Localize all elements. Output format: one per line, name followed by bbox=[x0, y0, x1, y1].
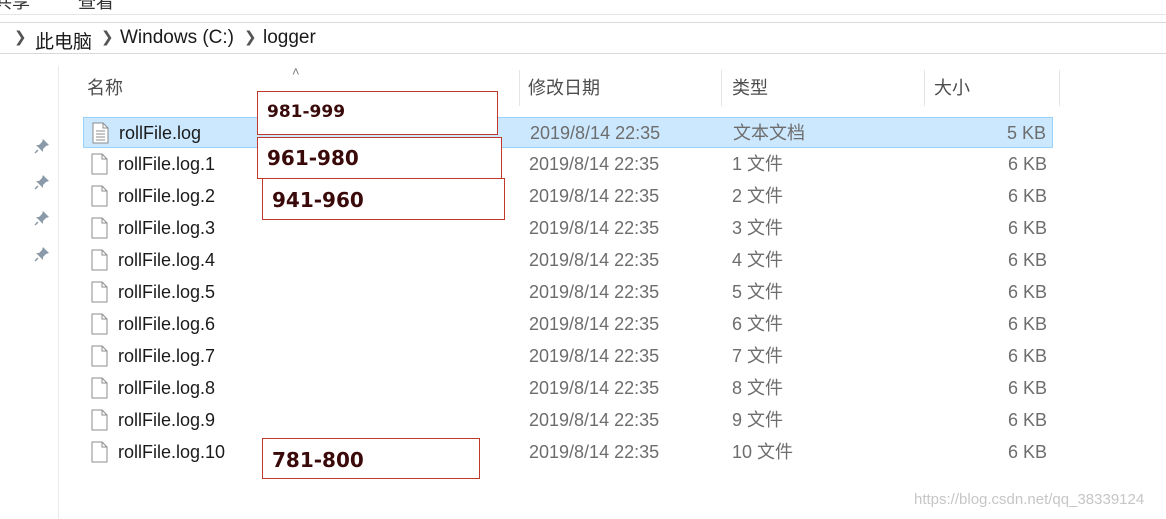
file-row[interactable]: rollFile.log 2019/8/14 22:35 文本文档 5 KB bbox=[83, 117, 1053, 148]
column-header-type[interactable]: 类型 bbox=[726, 70, 925, 106]
file-date: 2019/8/14 22:35 bbox=[529, 154, 660, 174]
file-row[interactable]: rollFile.log.4 2019/8/14 22:35 4 文件 6 KB bbox=[83, 245, 1053, 276]
file-row[interactable]: rollFile.log.6 2019/8/14 22:35 6 文件 6 KB bbox=[83, 309, 1053, 340]
file-icon bbox=[91, 377, 108, 399]
file-size: 6 KB bbox=[1007, 250, 1047, 270]
file-type: 10 文件 bbox=[732, 442, 794, 462]
chevron-right-icon[interactable]: ❯ bbox=[244, 28, 257, 46]
file-date: 2019/8/14 22:35 bbox=[529, 250, 660, 270]
file-size: 6 KB bbox=[1007, 314, 1047, 334]
chevron-right-icon[interactable]: ❯ bbox=[14, 28, 27, 46]
file-row[interactable]: rollFile.log.8 2019/8/14 22:35 8 文件 6 KB bbox=[83, 373, 1053, 404]
ribbon-strip: 共享 查看 bbox=[0, 0, 1166, 15]
file-size: 6 KB bbox=[1007, 346, 1047, 366]
file-type: 1 文件 bbox=[732, 154, 784, 174]
file-name: rollFile.log bbox=[119, 123, 202, 143]
breadcrumb-windows-c[interactable]: Windows (C:) bbox=[120, 27, 234, 49]
file-name: rollFile.log.2 bbox=[118, 186, 216, 206]
file-size: 6 KB bbox=[1007, 186, 1047, 206]
file-date: 2019/8/14 22:35 bbox=[529, 186, 660, 206]
file-row[interactable]: rollFile.log.7 2019/8/14 22:35 7 文件 6 KB bbox=[83, 341, 1053, 372]
file-icon bbox=[91, 345, 108, 367]
file-icon bbox=[91, 249, 108, 271]
pin-icon[interactable] bbox=[34, 210, 50, 226]
file-date: 2019/8/14 22:35 bbox=[530, 123, 661, 143]
breadcrumb-this-pc[interactable]: 此电脑 bbox=[35, 27, 92, 54]
file-name: rollFile.log.9 bbox=[118, 410, 216, 430]
watermark-text: https://blog.csdn.net/qq_38339124 bbox=[914, 491, 1145, 508]
column-header-date[interactable]: 修改日期 bbox=[522, 70, 722, 106]
file-name: rollFile.log.10 bbox=[118, 442, 226, 462]
file-date: 2019/8/14 22:35 bbox=[529, 410, 660, 430]
file-name: rollFile.log.1 bbox=[118, 154, 216, 174]
file-icon bbox=[91, 441, 108, 463]
ribbon-tab-view[interactable]: 查看 bbox=[78, 0, 114, 14]
file-type: 2 文件 bbox=[732, 186, 784, 206]
annotation-box: 981-999 bbox=[257, 91, 498, 135]
file-size: 6 KB bbox=[1007, 378, 1047, 398]
file-date: 2019/8/14 22:35 bbox=[529, 314, 660, 334]
file-icon bbox=[91, 313, 108, 335]
file-name: rollFile.log.6 bbox=[118, 314, 216, 334]
file-icon bbox=[91, 153, 108, 175]
file-icon bbox=[91, 409, 108, 431]
file-row[interactable]: rollFile.log.2 2019/8/14 22:35 2 文件 6 KB bbox=[83, 181, 1053, 212]
file-icon bbox=[91, 281, 108, 303]
file-size: 6 KB bbox=[1007, 410, 1047, 430]
file-date: 2019/8/14 22:35 bbox=[529, 442, 660, 462]
file-size: 5 KB bbox=[1006, 123, 1046, 143]
pin-icon[interactable] bbox=[34, 138, 50, 154]
file-row[interactable]: rollFile.log.3 2019/8/14 22:35 3 文件 6 KB bbox=[83, 213, 1053, 244]
file-type: 9 文件 bbox=[732, 410, 784, 430]
file-type: 文本文档 bbox=[733, 123, 805, 143]
chevron-right-icon[interactable]: ❯ bbox=[101, 28, 114, 46]
file-type: 6 文件 bbox=[732, 314, 784, 334]
pin-icon[interactable] bbox=[34, 246, 50, 262]
breadcrumb-logger[interactable]: logger bbox=[263, 27, 316, 49]
file-date: 2019/8/14 22:35 bbox=[529, 282, 660, 302]
address-bar[interactable]: ❯ 此电脑 ❯ Windows (C:) ❯ logger bbox=[0, 22, 1166, 54]
file-icon bbox=[91, 217, 108, 239]
file-type: 7 文件 bbox=[732, 346, 784, 366]
file-row[interactable]: rollFile.log.9 2019/8/14 22:35 9 文件 6 KB bbox=[83, 405, 1053, 436]
file-size: 6 KB bbox=[1007, 282, 1047, 302]
file-type: 5 文件 bbox=[732, 282, 784, 302]
file-date: 2019/8/14 22:35 bbox=[529, 218, 660, 238]
ribbon-tab-share[interactable]: 共享 bbox=[0, 0, 30, 14]
file-row[interactable]: rollFile.log.1 2019/8/14 22:35 1 文件 6 KB bbox=[83, 149, 1053, 180]
file-name: rollFile.log.3 bbox=[118, 218, 216, 238]
file-name: rollFile.log.7 bbox=[118, 346, 216, 366]
file-type: 3 文件 bbox=[732, 218, 784, 238]
file-size: 6 KB bbox=[1007, 218, 1047, 238]
file-type: 4 文件 bbox=[732, 250, 784, 270]
file-size: 6 KB bbox=[1007, 154, 1047, 174]
file-row[interactable]: rollFile.log.5 2019/8/14 22:35 5 文件 6 KB bbox=[83, 277, 1053, 308]
file-name: rollFile.log.4 bbox=[118, 250, 216, 270]
file-date: 2019/8/14 22:35 bbox=[529, 346, 660, 366]
file-icon bbox=[91, 185, 108, 207]
file-date: 2019/8/14 22:35 bbox=[529, 378, 660, 398]
file-row[interactable]: rollFile.log.10 2019/8/14 22:35 10 文件 6 KB bbox=[83, 437, 1053, 468]
pin-icon[interactable] bbox=[34, 174, 50, 190]
file-size: 6 KB bbox=[1007, 442, 1047, 462]
text-file-icon bbox=[92, 122, 109, 144]
column-header-size[interactable]: 大小 bbox=[928, 70, 1060, 106]
file-name: rollFile.log.5 bbox=[118, 282, 216, 302]
file-type: 8 文件 bbox=[732, 378, 784, 398]
annotation-box: 941-960 bbox=[262, 178, 505, 220]
file-name: rollFile.log.8 bbox=[118, 378, 216, 398]
annotation-box: 781-800 bbox=[262, 438, 480, 479]
navigation-pane[interactable] bbox=[0, 66, 59, 519]
annotation-box: 961-980 bbox=[257, 137, 502, 179]
